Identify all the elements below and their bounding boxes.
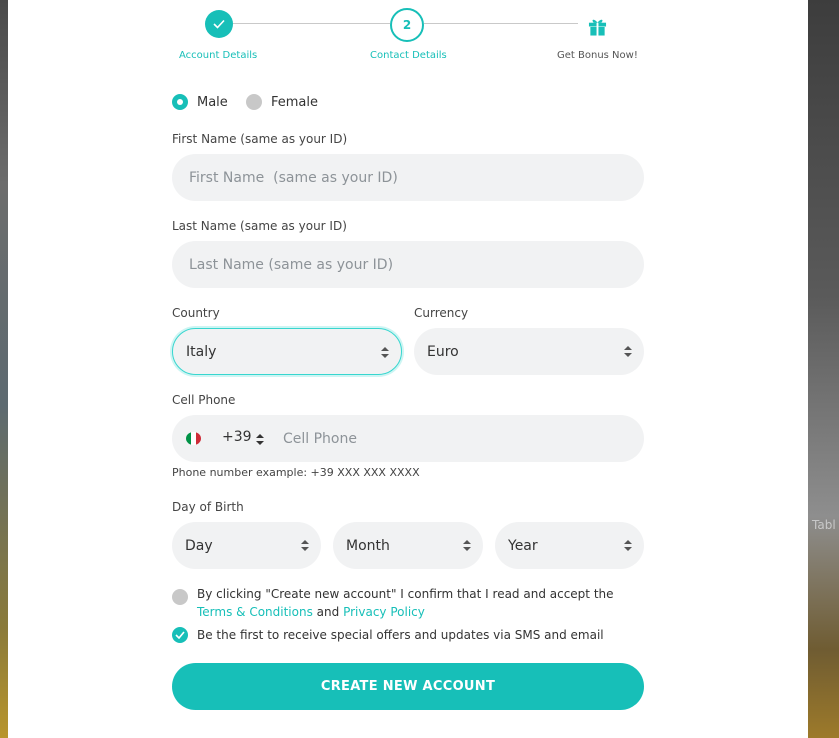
check-icon — [175, 631, 185, 639]
step-label-get-bonus: Get Bonus Now! — [557, 50, 638, 61]
radio-selected-icon — [172, 94, 188, 110]
first-name-input[interactable] — [172, 154, 644, 201]
country-select[interactable]: Italy — [172, 328, 402, 375]
privacy-policy-link[interactable]: Privacy Policy — [343, 605, 425, 619]
cell-phone-label: Cell Phone — [172, 393, 236, 407]
offers-text: Be the first to receive special offers a… — [197, 628, 604, 642]
terms-and: and — [316, 605, 340, 619]
background-left — [0, 0, 8, 738]
registration-modal: 2 Account Details Contact Details Get Bo… — [8, 0, 808, 738]
country-value: Italy — [186, 343, 217, 360]
currency-label: Currency — [414, 306, 469, 320]
terms-checkbox[interactable] — [172, 589, 188, 605]
birth-month-select[interactable]: Month — [333, 522, 483, 569]
step-account-details[interactable] — [205, 10, 233, 38]
step-label-account-details: Account Details — [179, 50, 258, 61]
phone-hint: Phone number example: +39 XXX XXX XXXX — [172, 466, 420, 479]
background-right — [808, 0, 839, 738]
step-contact-details[interactable]: 2 — [390, 8, 424, 42]
country-label: Country — [172, 306, 220, 320]
birth-month-value: Month — [346, 537, 390, 554]
last-name-label: Last Name (same as your ID) — [172, 219, 347, 233]
gender-female-label: Female — [271, 94, 319, 110]
currency-select[interactable]: Euro — [414, 328, 644, 375]
select-arrows-icon — [301, 540, 309, 551]
italy-flag-icon[interactable] — [186, 432, 201, 445]
cell-phone-field: +39 — [172, 415, 644, 462]
last-name-input[interactable] — [172, 241, 644, 288]
day-of-birth-label: Day of Birth — [172, 500, 244, 514]
step-number: 2 — [402, 18, 412, 32]
cell-phone-input[interactable] — [283, 415, 633, 462]
terms-conditions-link[interactable]: Terms & Conditions — [197, 605, 313, 619]
offers-checkbox[interactable] — [172, 627, 188, 643]
select-arrows-icon — [624, 346, 632, 357]
stepper-line-1 — [233, 23, 390, 24]
select-arrows-icon — [463, 540, 471, 551]
stepper-line-2 — [424, 23, 578, 24]
select-arrows-icon — [381, 347, 389, 358]
check-icon — [213, 19, 225, 29]
create-account-button[interactable]: CREATE NEW ACCOUNT — [172, 663, 644, 710]
gender-female-radio[interactable]: Female — [246, 94, 318, 110]
radio-unselected-icon — [246, 94, 262, 110]
step-label-contact-details: Contact Details — [370, 50, 447, 61]
gender-male-label: Male — [197, 94, 228, 110]
birth-year-value: Year — [508, 537, 538, 554]
terms-text: By clicking "Create new account" I confi… — [197, 585, 627, 621]
first-name-label: First Name (same as your ID) — [172, 132, 348, 146]
background-text: Tabl — [812, 518, 836, 532]
select-arrows-icon — [624, 540, 632, 551]
birth-year-select[interactable]: Year — [495, 522, 644, 569]
birth-day-value: Day — [185, 537, 213, 554]
gift-icon[interactable] — [588, 17, 607, 36]
gender-male-radio[interactable]: Male — [172, 94, 228, 110]
birth-day-select[interactable]: Day — [172, 522, 321, 569]
terms-prefix: By clicking "Create new account" I confi… — [197, 587, 614, 601]
currency-value: Euro — [427, 343, 459, 360]
country-code-arrows-icon[interactable] — [256, 434, 264, 445]
country-code[interactable]: +39 — [222, 429, 252, 445]
